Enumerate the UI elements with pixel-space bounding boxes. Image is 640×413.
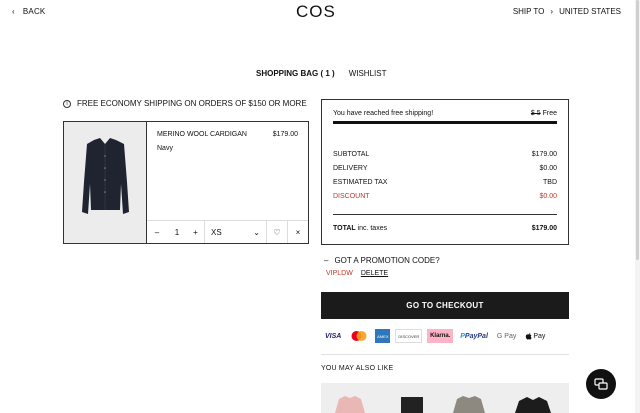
decrease-quantity-button[interactable]: – <box>147 221 167 243</box>
chat-button[interactable] <box>586 369 616 399</box>
may-also-like-heading: YOU MAY ALSO LIKE <box>321 365 394 372</box>
delivery-value: $0.00 <box>539 165 557 172</box>
mastercard-icon <box>348 329 370 343</box>
chat-icon <box>594 378 608 390</box>
free-shipping-progress-row: You have reached free shipping! $ 5 Free <box>333 110 557 117</box>
back-label: BACK <box>22 7 46 16</box>
delivery-row: DELIVERY $0.00 <box>333 165 557 172</box>
total-note: inc. taxes <box>357 225 388 232</box>
reco-item-grey-cardigan <box>453 396 485 413</box>
chevron-right-icon: › <box>550 7 554 16</box>
discount-row: DISCOUNT $0.00 <box>333 193 557 200</box>
reco-item-black-jacket <box>515 397 551 413</box>
subtotal-label: SUBTOTAL <box>333 151 370 158</box>
apple-pay-icon: Pay <box>523 329 547 343</box>
google-pay-icon: G Pay <box>496 332 517 340</box>
discover-icon: DISCOVER <box>395 329 423 343</box>
free-shipping-notice: i FREE ECONOMY SHIPPING ON ORDERS OF $15… <box>63 99 307 108</box>
delete-promo-button[interactable]: DELETE <box>361 270 388 277</box>
ship-to-selector[interactable]: SHIP TO › UNITED STATES <box>513 7 621 16</box>
tax-label: ESTIMATED TAX <box>333 179 388 186</box>
tab-shopping-bag[interactable]: SHOPPING BAG ( 1 ) <box>256 69 335 78</box>
amex-icon: AMEX <box>375 329 391 343</box>
product-price: $179.00 <box>272 131 298 138</box>
remove-item-button[interactable]: × <box>288 221 308 243</box>
applied-promo-code: VIPLDW DELETE <box>326 270 388 277</box>
tax-value: TBD <box>543 179 557 186</box>
subtotal-row: SUBTOTAL $179.00 <box>333 151 557 158</box>
tab-wishlist[interactable]: WISHLIST <box>349 69 387 78</box>
back-link[interactable]: ‹ BACK <box>12 7 45 16</box>
chevron-down-icon: ⌄ <box>253 227 260 237</box>
promo-code-value: VIPLDW <box>326 270 353 277</box>
free-shipping-message: You have reached free shipping! <box>333 110 434 117</box>
reco-item-pink-cardigan <box>335 396 365 413</box>
size-select[interactable]: XS ⌄ <box>205 221 267 243</box>
wishlist-heart-icon[interactable]: ♡ <box>267 221 288 243</box>
collapse-icon: – <box>324 256 329 265</box>
subtotal-value: $179.00 <box>531 151 557 158</box>
chevron-left-icon: ‹ <box>12 7 15 16</box>
quantity-value: 1 <box>174 227 180 237</box>
free-shipping-text: FREE ECONOMY SHIPPING ON ORDERS OF $150 … <box>77 99 307 108</box>
payment-methods: VISA AMEX DISCOVER Klarna. P PayPal G Pay… <box>323 329 547 343</box>
visa-icon: VISA <box>325 332 342 340</box>
ship-to-value: UNITED STATES <box>559 7 621 16</box>
apple-pay-wordmark: Pay <box>533 332 546 340</box>
shipping-cost: $ 5 Free <box>531 110 557 117</box>
tax-row: ESTIMATED TAX TBD <box>333 179 557 186</box>
total-label: TOTAL <box>333 225 356 232</box>
delivery-label: DELIVERY <box>333 165 368 172</box>
paypal-icon: P PayPal <box>460 332 488 340</box>
free-shipping-progress-bar <box>333 121 557 124</box>
brand-logo[interactable]: COS <box>296 2 336 22</box>
increase-quantity-button[interactable]: + <box>187 221 205 243</box>
total-label-group: TOTAL inc. taxes <box>333 225 387 232</box>
discount-label: DISCOUNT <box>333 193 370 200</box>
reco-item-black-skirt <box>401 397 423 413</box>
info-icon: i <box>63 99 71 108</box>
order-summary: You have reached free shipping! $ 5 Free… <box>321 99 569 245</box>
paypal-wordmark: PayPal <box>464 332 488 340</box>
total-value: $179.00 <box>531 225 557 232</box>
product-image[interactable] <box>64 122 147 243</box>
recommendations-strip <box>321 383 569 413</box>
cart-item: MERINO WOOL CARDIGAN $179.00 Navy – 1 + … <box>63 121 309 244</box>
discount-value: $0.00 <box>539 193 557 200</box>
promo-label: GOT A PROMOTION CODE? <box>334 256 440 265</box>
scrollbar-thumb[interactable] <box>636 0 639 260</box>
total-row: TOTAL inc. taxes $179.00 <box>333 225 557 232</box>
ship-to-label: SHIP TO <box>512 7 545 16</box>
klarna-icon: Klarna. <box>427 329 454 343</box>
product-name[interactable]: MERINO WOOL CARDIGAN <box>157 131 247 138</box>
summary-divider <box>333 214 557 215</box>
old-shipping-cost: $ 5 <box>530 110 541 117</box>
new-shipping-cost: Free <box>542 110 557 117</box>
bag-tabs: SHOPPING BAG ( 1 ) WISHLIST <box>256 69 386 78</box>
item-controls: – 1 + XS ⌄ ♡ × <box>147 220 308 243</box>
promo-code-toggle[interactable]: – GOT A PROMOTION CODE? <box>324 256 440 265</box>
product-color: Navy <box>157 145 173 152</box>
checkout-button[interactable]: GO TO CHECKOUT <box>321 292 569 319</box>
size-value: XS <box>211 227 222 237</box>
section-divider <box>321 354 569 355</box>
